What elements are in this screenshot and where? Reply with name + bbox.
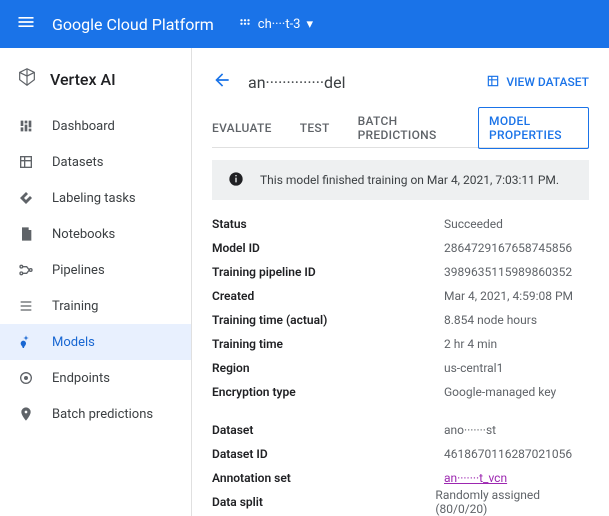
training-icon	[16, 298, 36, 314]
menu-icon[interactable]	[16, 12, 36, 36]
property-row: Dataset ID4618670116287021056	[212, 442, 589, 466]
sidebar-item-label: Endpoints	[52, 371, 110, 386]
property-value: ano·······st	[444, 423, 496, 437]
property-value: 8.854 node hours	[444, 313, 537, 327]
project-name: ch····t-3	[258, 17, 301, 32]
sidebar-item-dashboard[interactable]: Dashboard	[0, 108, 191, 144]
property-value: Randomly assigned (80/0/20)	[435, 488, 589, 516]
property-label: Created	[212, 289, 444, 303]
sidebar-item-label: Datasets	[52, 155, 104, 170]
page-header: an··············del VIEW DATASET	[212, 60, 589, 104]
vertex-logo-icon	[16, 66, 38, 92]
property-label: Status	[212, 217, 444, 231]
training-status-banner: This model finished training on Mar 4, 2…	[212, 160, 589, 200]
sidebar-item-pipelines[interactable]: Pipelines	[0, 252, 191, 288]
topbar: Google Cloud Platform ch····t-3 ▾	[0, 0, 609, 48]
property-value: 2864729167658745856	[444, 241, 572, 255]
page-title: an··············del	[248, 73, 486, 92]
service-name: Vertex AI	[50, 70, 116, 89]
tab-test[interactable]: TEST	[300, 121, 330, 135]
property-value: Mar 4, 2021, 4:59:08 PM	[444, 289, 573, 303]
property-row: Annotation setan·······t_vcn	[212, 466, 589, 490]
property-label: Region	[212, 361, 444, 375]
property-value: 4618670116287021056	[444, 447, 572, 461]
sidebar: Vertex AI Dashboard Datasets Labeling ta…	[0, 48, 192, 516]
property-label: Annotation set	[212, 471, 444, 485]
notebook-icon	[16, 226, 36, 242]
property-row: Training time2 hr 4 min	[212, 332, 589, 356]
sidebar-item-label: Pipelines	[52, 263, 105, 278]
sidebar-item-datasets[interactable]: Datasets	[0, 144, 191, 180]
dashboard-icon	[16, 118, 36, 134]
sidebar-item-endpoints[interactable]: Endpoints	[0, 360, 191, 396]
property-label: Training pipeline ID	[212, 265, 444, 279]
platform-title: Google Cloud Platform	[52, 15, 214, 34]
property-label: Dataset ID	[212, 447, 444, 461]
labeling-icon	[16, 190, 36, 206]
property-value: us-central1	[444, 361, 503, 375]
property-value: Google-managed key	[444, 385, 556, 399]
endpoints-icon	[16, 370, 36, 386]
pipeline-icon	[16, 262, 36, 278]
model-properties: StatusSucceededModel ID28647291676587458…	[212, 212, 589, 516]
sidebar-item-label: Batch predictions	[52, 407, 153, 422]
sidebar-item-label: Labeling tasks	[52, 191, 136, 206]
tab-evaluate[interactable]: EVALUATE	[212, 121, 272, 135]
property-row: CreatedMar 4, 2021, 4:59:08 PM	[212, 284, 589, 308]
property-row: Model ID2864729167658745856	[212, 236, 589, 260]
tab-properties[interactable]: MODEL PROPERTIES	[478, 107, 589, 149]
sidebar-item-batch[interactable]: Batch predictions	[0, 396, 191, 432]
batch-icon	[16, 406, 36, 422]
property-row: Regionus-central1	[212, 356, 589, 380]
property-row: Training pipeline ID3989635115989860352	[212, 260, 589, 284]
property-value-link[interactable]: an·······t_vcn	[444, 471, 507, 485]
view-dataset-label: VIEW DATASET	[506, 75, 589, 89]
tab-batch[interactable]: BATCH PREDICTIONS	[358, 114, 450, 142]
sidebar-item-label: Models	[52, 335, 95, 350]
sidebar-item-notebooks[interactable]: Notebooks	[0, 216, 191, 252]
sidebar-item-label: Notebooks	[52, 227, 115, 242]
property-value: 2 hr 4 min	[444, 337, 497, 351]
property-label: Dataset	[212, 423, 444, 437]
property-label: Data split	[212, 495, 435, 509]
property-label: Encryption type	[212, 385, 444, 399]
sidebar-item-label: Training	[52, 299, 98, 314]
property-row: Encryption typeGoogle-managed key	[212, 380, 589, 404]
sidebar-item-training[interactable]: Training	[0, 288, 191, 324]
property-label: Training time	[212, 337, 444, 351]
models-icon	[16, 334, 36, 350]
property-row: StatusSucceeded	[212, 212, 589, 236]
banner-text: This model finished training on Mar 4, 2…	[260, 173, 559, 187]
info-icon	[228, 171, 244, 190]
property-row: Datasetano·······st	[212, 418, 589, 442]
project-icon	[238, 15, 252, 33]
sidebar-item-label: Dashboard	[52, 119, 115, 134]
view-dataset-button[interactable]: VIEW DATASET	[486, 74, 589, 91]
property-row: Training time (actual)8.854 node hours	[212, 308, 589, 332]
sidebar-item-labeling[interactable]: Labeling tasks	[0, 180, 191, 216]
datasets-icon	[16, 154, 36, 170]
tabs: EVALUATE TEST BATCH PREDICTIONS MODEL PR…	[212, 108, 589, 148]
back-button[interactable]	[212, 70, 232, 94]
property-label: Training time (actual)	[212, 313, 444, 327]
service-brand: Vertex AI	[0, 60, 191, 108]
property-value: 3989635115989860352	[444, 265, 572, 279]
project-selector[interactable]: ch····t-3 ▾	[238, 15, 313, 33]
main-content: an··············del VIEW DATASET EVALUAT…	[192, 48, 609, 516]
chevron-down-icon: ▾	[306, 17, 313, 32]
dataset-icon	[486, 74, 500, 91]
property-value: Succeeded	[444, 217, 503, 231]
sidebar-item-models[interactable]: Models	[0, 324, 191, 360]
property-row: Data splitRandomly assigned (80/0/20)	[212, 490, 589, 514]
property-label: Model ID	[212, 241, 444, 255]
